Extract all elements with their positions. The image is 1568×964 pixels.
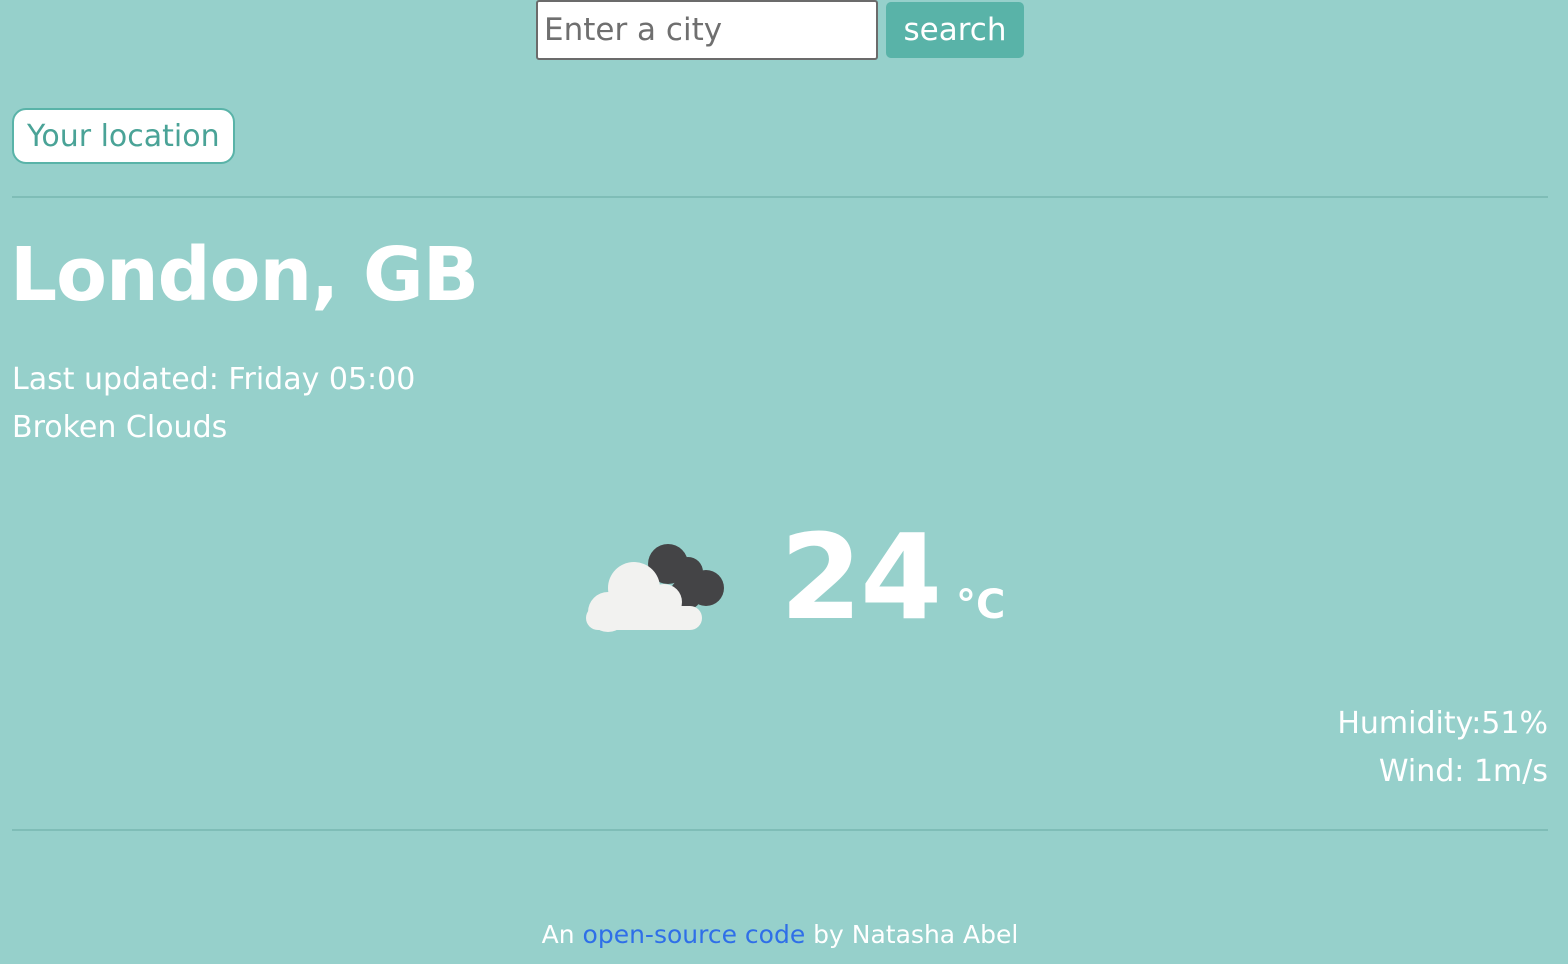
temperature-value: 24	[780, 508, 942, 646]
footer-suffix: by Natasha Abel	[805, 920, 1019, 949]
weather-app: search Your location London, GB Last upd…	[0, 0, 1568, 964]
city-title: London, GB	[10, 232, 479, 318]
search-form: search	[536, 0, 1024, 60]
humidity-text: Humidity:51%	[1337, 706, 1548, 741]
search-button[interactable]: search	[886, 2, 1024, 58]
top-divider	[12, 196, 1548, 198]
open-source-link[interactable]: open-source code	[583, 920, 806, 949]
temperature-unit: °C	[956, 582, 1006, 628]
bottom-divider	[12, 829, 1548, 831]
footer: An open-source code by Natasha Abel	[0, 920, 1560, 949]
wind-text: Wind: 1m/s	[1378, 754, 1548, 789]
search-input[interactable]	[536, 0, 878, 60]
last-updated-text: Last updated: Friday 05:00	[12, 362, 416, 397]
broken-clouds-icon	[586, 544, 724, 632]
footer-prefix: An	[541, 920, 583, 949]
weather-description: Broken Clouds	[12, 410, 228, 445]
your-location-button[interactable]: Your location	[12, 108, 235, 164]
